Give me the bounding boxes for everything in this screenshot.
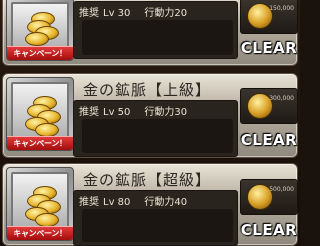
quest-stats: 推奨 Lv 30 行動力20 (79, 4, 191, 19)
campaign-badge: キャンペーン！ (7, 46, 73, 60)
action-label: 行動力 (144, 197, 175, 208)
reward-amount: 500,000 (269, 186, 294, 193)
reward-box: 150,000 (240, 0, 298, 34)
quest-thumbnail: キャンペーン！ (6, 167, 74, 241)
quest-stats: 推奨 Lv 80 行動力40 (79, 193, 191, 208)
action-cost: 40 (174, 197, 188, 208)
quest-info-panel: 推奨 Lv 30 行動力20 (73, 1, 238, 59)
quest-title: 金の鉱脈【超級】 (83, 171, 212, 189)
action-label: 行動力 (144, 107, 175, 118)
recommend-label: 推奨 (79, 8, 99, 19)
quest-card-gold-vein-1[interactable]: キャンペーン！ 推奨 Lv 30 行動力20 150,000 CLEAR (2, 0, 298, 66)
recommended-level: Lv 80 (103, 197, 131, 208)
quest-thumbnail: キャンペーン！ (6, 77, 74, 151)
quest-card-gold-vein-expert[interactable]: キャンペーン！ 金の鉱脈【超級】 推奨 Lv 80 行動力40 500,000 CL… (2, 163, 298, 246)
reward-box: 500,000 (240, 179, 298, 215)
action-label: 行動力 (144, 8, 175, 19)
quest-description-box (82, 209, 233, 242)
reward-amount: 150,000 (269, 5, 294, 12)
reward-box: 300,000 (240, 88, 298, 124)
quest-description-box (82, 119, 233, 153)
recommended-level: Lv 30 (103, 8, 131, 19)
quest-description-box (82, 20, 233, 55)
action-cost: 20 (174, 8, 188, 19)
clear-status: CLEAR (240, 131, 298, 149)
clear-status: CLEAR (240, 221, 298, 239)
campaign-badge: キャンペーン！ (7, 136, 73, 150)
clear-status: CLEAR (240, 39, 298, 57)
action-cost: 30 (174, 107, 188, 118)
quest-info-panel: 推奨 Lv 50 行動力30 (73, 100, 238, 157)
quest-info-panel: 推奨 Lv 80 行動力40 (73, 190, 238, 246)
quest-list: キャンペーン！ 推奨 Lv 30 行動力20 150,000 CLEAR キャンペー… (0, 0, 300, 246)
quest-stats: 推奨 Lv 50 行動力30 (79, 103, 191, 118)
campaign-badge: キャンペーン！ (7, 226, 73, 240)
recommended-level: Lv 50 (103, 107, 131, 118)
reward-amount: 300,000 (269, 95, 294, 102)
recommend-label: 推奨 (79, 197, 99, 208)
quest-title: 金の鉱脈【上級】 (83, 81, 212, 99)
quest-thumbnail: キャンペーン！ (6, 0, 74, 61)
quest-card-gold-vein-advanced[interactable]: キャンペーン！ 金の鉱脈【上級】 推奨 Lv 50 行動力30 300,000 CL… (2, 73, 298, 158)
recommend-label: 推奨 (79, 107, 99, 118)
